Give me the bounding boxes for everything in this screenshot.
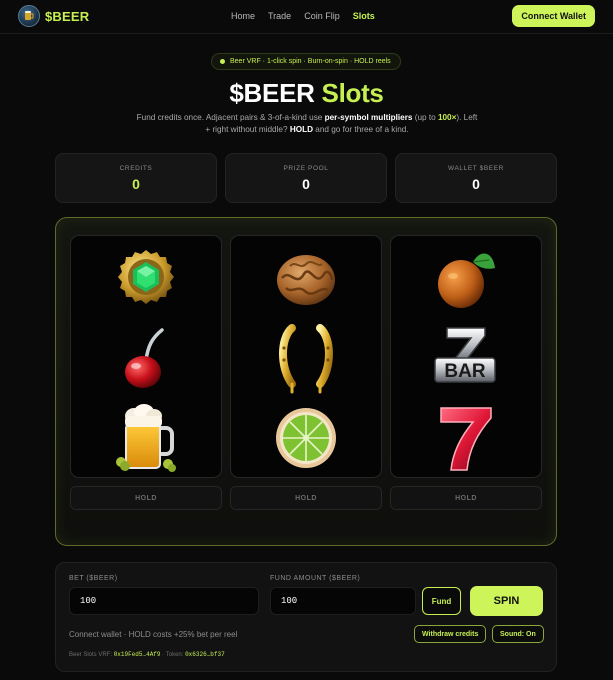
wallet-value: 0 <box>472 176 480 192</box>
credits-label: CREDITS <box>119 165 153 172</box>
fund-amount-label: FUND AMOUNT ($BEER) <box>270 575 361 582</box>
token-address[interactable]: 0x6326…bf37 <box>185 651 225 658</box>
bet-label: BET ($BEER) <box>69 575 118 582</box>
beer-logo-icon <box>18 5 40 27</box>
bet-input[interactable] <box>69 587 259 615</box>
subtitle-multipliers: per-symbol multipliers <box>324 113 413 122</box>
subtitle-max-multiplier: 100× <box>437 113 457 122</box>
nav-link-home[interactable]: Home <box>231 11 255 21</box>
spin-button[interactable]: SPIN <box>470 586 543 616</box>
cherry-icon <box>125 328 164 388</box>
beer-mug-icon <box>116 404 176 472</box>
hold-reel-2-button[interactable]: HOLD <box>230 486 382 510</box>
brand-logo[interactable]: $BEER <box>18 5 89 27</box>
credits-card: CREDITS 0 <box>55 153 217 203</box>
nav-link-coin-flip[interactable]: Coin Flip <box>304 11 340 21</box>
golden-horseshoe-icon <box>279 324 333 394</box>
token-label: · Token: <box>162 652 184 658</box>
fund-button[interactable]: Fund <box>422 587 461 615</box>
walnut-icon <box>277 255 335 305</box>
sound-toggle-button[interactable]: Sound: On <box>492 625 544 643</box>
subtitle-part: (up to <box>412 113 438 122</box>
prize-pool-label: PRIZE POOL <box>283 165 329 172</box>
prize-pool-card: PRIZE POOL 0 <box>225 153 387 203</box>
nav-links: Home Trade Coin Flip Slots <box>231 11 375 21</box>
nav-link-trade[interactable]: Trade <box>268 11 291 21</box>
red-seven-icon <box>440 407 492 471</box>
brand-name: $BEER <box>45 8 90 24</box>
subtitle-part: and go for three of a kind. <box>313 125 409 134</box>
hold-reel-3-button[interactable]: HOLD <box>390 486 542 510</box>
page-title: $BEER Slots <box>0 78 613 109</box>
title-main: $BEER <box>229 78 315 108</box>
page-subtitle: Fund credits once. Adjacent pairs & 3-of… <box>136 112 478 136</box>
title-accent: Slots <box>321 78 384 108</box>
orange-fruit-icon <box>438 253 495 308</box>
nav-link-slots[interactable]: Slots <box>353 11 375 21</box>
hold-reel-1-button[interactable]: HOLD <box>70 486 222 510</box>
hold-cost-note: Connect wallet · HOLD costs +25% bet per… <box>69 630 238 639</box>
subtitle-part: Fund credits once. Adjacent pairs & 3-of… <box>136 113 325 122</box>
lime-slice-icon <box>276 408 336 468</box>
fund-amount-input[interactable] <box>270 587 416 615</box>
feature-pill: Beer VRF · 1-click spin · Burn-on-spin ·… <box>211 53 401 70</box>
top-nav: $BEER Home Trade Coin Flip Slots Connect… <box>0 0 613 34</box>
wallet-card: WALLET $BEER 0 <box>395 153 557 203</box>
credits-value: 0 <box>132 176 140 192</box>
bottle-cap-emerald-icon <box>118 250 174 304</box>
prize-pool-value: 0 <box>302 176 310 192</box>
vrf-address[interactable]: 0x19Fed5…4Af9 <box>114 651 161 658</box>
subtitle-hold: HOLD <box>289 125 314 134</box>
connect-wallet-button[interactable]: Connect Wallet <box>512 5 595 27</box>
bar-label: BAR <box>444 361 485 382</box>
bar-seven-icon: BAR <box>434 327 496 383</box>
contract-info: Beer Slots VRF: 0x19Fed5…4Af9 · Token: 0… <box>69 651 225 658</box>
vrf-label: Beer Slots VRF: <box>69 652 113 658</box>
status-dot-icon <box>220 59 225 64</box>
wallet-label: WALLET $BEER <box>448 165 504 172</box>
feature-pill-text: Beer VRF · 1-click spin · Burn-on-spin ·… <box>230 58 391 65</box>
withdraw-credits-button[interactable]: Withdraw credits <box>414 625 487 643</box>
